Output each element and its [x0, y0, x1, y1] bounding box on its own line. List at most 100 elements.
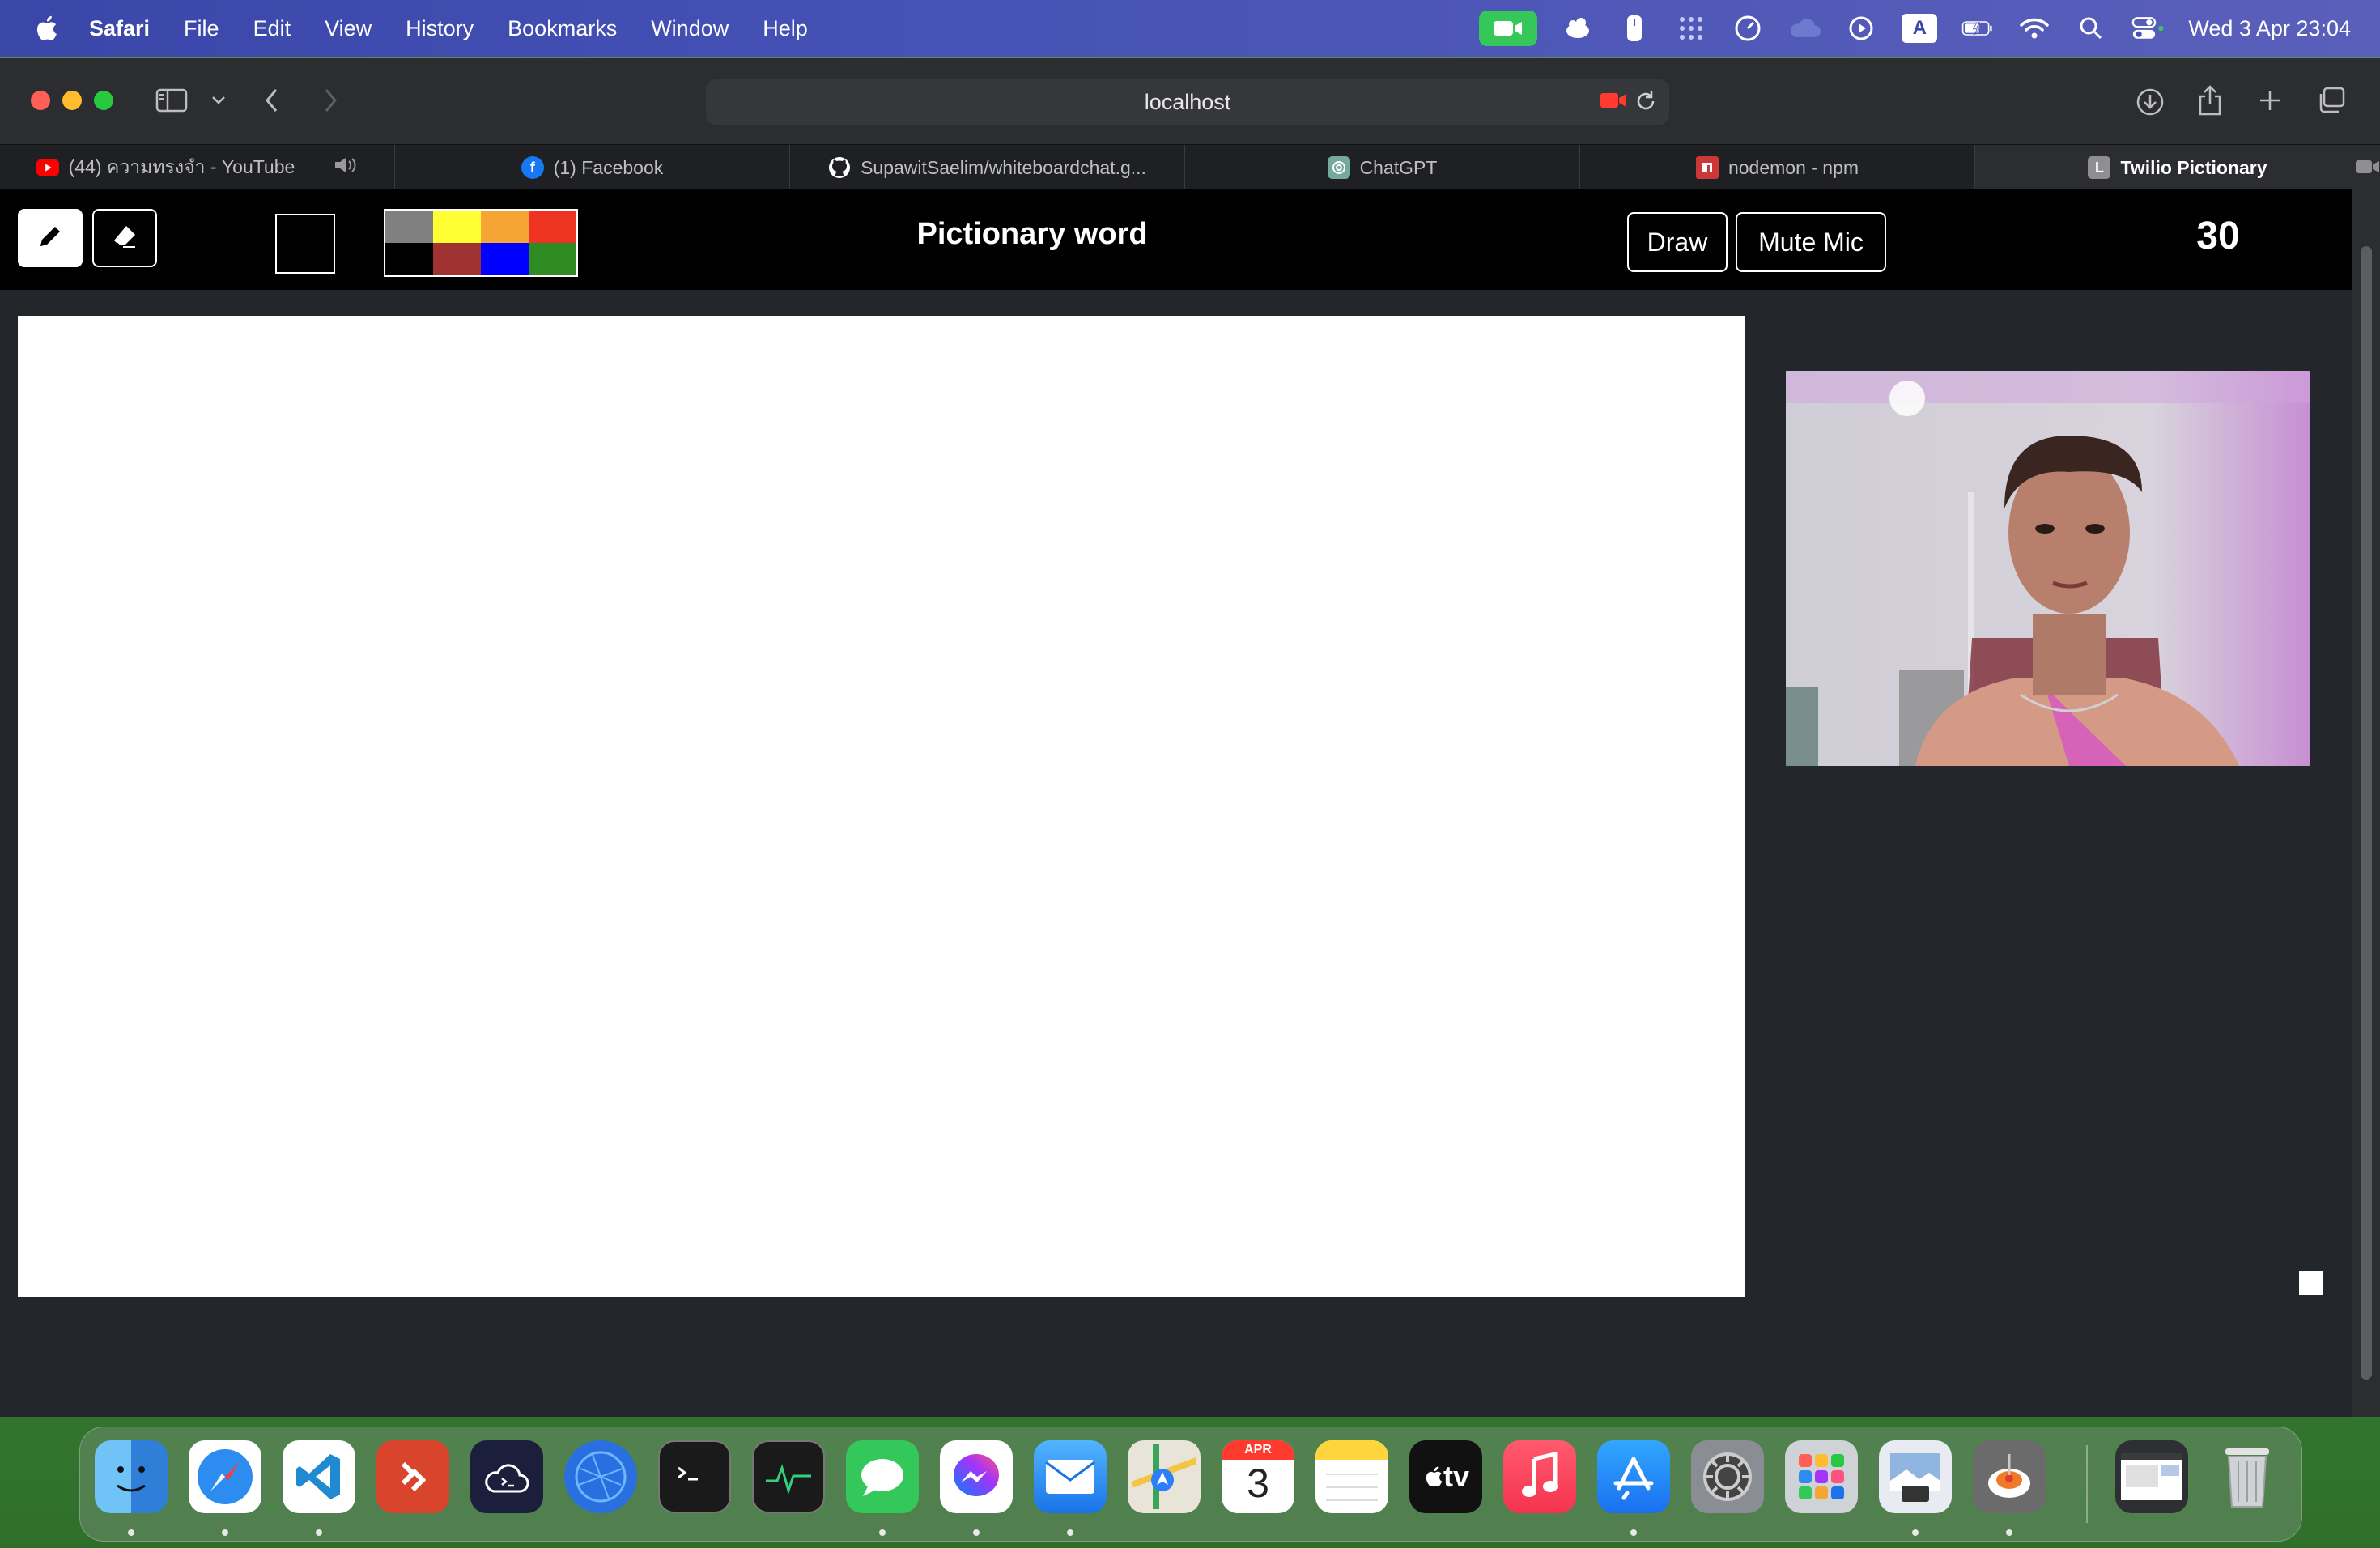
- keyboard-input-indicator[interactable]: A: [1902, 14, 1938, 43]
- running-indicator: [128, 1529, 134, 1536]
- palette-color-blue[interactable]: [481, 243, 529, 275]
- tab-github[interactable]: SupawitSaelim/whiteboardchat.g...: [790, 145, 1185, 190]
- menu-file[interactable]: File: [184, 16, 219, 41]
- palette-color-orange[interactable]: [481, 211, 529, 243]
- battery-charging-icon[interactable]: [1961, 12, 1994, 45]
- maps-icon[interactable]: [1128, 1440, 1201, 1513]
- new-tab-plus-icon[interactable]: [2252, 83, 2288, 118]
- vscode-icon[interactable]: [283, 1440, 355, 1513]
- notes-icon[interactable]: [1315, 1440, 1388, 1513]
- menu-help[interactable]: Help: [763, 16, 808, 41]
- spotlight-search-icon[interactable]: [2075, 12, 2107, 45]
- trash-icon[interactable]: [2211, 1440, 2284, 1513]
- app-store-icon[interactable]: [1597, 1440, 1670, 1513]
- camera-icon[interactable]: [2356, 158, 2380, 181]
- calendar-month: APR: [1222, 1440, 1294, 1460]
- palette-color-black[interactable]: [385, 243, 433, 275]
- grid-dots-icon[interactable]: [1675, 12, 1707, 45]
- tab-npm[interactable]: nodemon - npm: [1580, 145, 1975, 190]
- webcam-video: [1786, 371, 2310, 766]
- menu-view[interactable]: View: [325, 16, 372, 41]
- safari-icon[interactable]: [189, 1440, 261, 1513]
- play-circle-icon[interactable]: [1845, 12, 1877, 45]
- preview-icon[interactable]: [1879, 1440, 1952, 1513]
- menu-app-name[interactable]: Safari: [89, 16, 150, 41]
- activity-monitor-icon[interactable]: [752, 1440, 825, 1513]
- tab-title: (1) Facebook: [553, 156, 664, 178]
- pencil-tool-button[interactable]: [18, 209, 83, 267]
- pasta-icon[interactable]: [1973, 1440, 2046, 1513]
- tab-title: SupawitSaelim/whiteboardchat.g...: [861, 156, 1146, 178]
- speaker-icon[interactable]: [334, 156, 358, 179]
- running-indicator: [1630, 1529, 1637, 1536]
- cloud-terminal-icon[interactable]: [470, 1440, 543, 1513]
- camera-in-use-icon[interactable]: [1600, 91, 1627, 116]
- finder-icon[interactable]: [95, 1440, 168, 1513]
- system-settings-icon[interactable]: [1691, 1440, 1764, 1513]
- current-color-swatch[interactable]: [275, 214, 335, 274]
- menu-window[interactable]: Window: [651, 16, 729, 41]
- eraser-tool-button[interactable]: [92, 209, 157, 267]
- messages-icon[interactable]: [846, 1440, 919, 1513]
- address-bar[interactable]: localhost: [706, 79, 1669, 125]
- back-arrow-icon[interactable]: [254, 83, 290, 118]
- control-center-icon[interactable]: [2131, 12, 2164, 45]
- zoom-window-button[interactable]: [94, 91, 113, 110]
- tab-overview-icon[interactable]: [2314, 83, 2349, 118]
- wifi-icon[interactable]: [2018, 12, 2051, 45]
- menu-history[interactable]: History: [406, 16, 474, 41]
- facetime-camera-icon[interactable]: [1479, 11, 1538, 46]
- chevron-down-icon[interactable]: [201, 83, 236, 118]
- dock: APR 3 tv: [79, 1427, 2302, 1542]
- speedometer-icon[interactable]: [1732, 12, 1764, 45]
- palette-color-brown[interactable]: [433, 243, 481, 275]
- cloud-icon[interactable]: [1788, 12, 1821, 45]
- mail-icon[interactable]: [1034, 1440, 1107, 1513]
- color-palette: [384, 209, 578, 277]
- tab-title: nodemon - npm: [1728, 156, 1859, 178]
- launchpad-icon[interactable]: [1785, 1440, 1858, 1513]
- menubar-clock[interactable]: Wed 3 Apr 23:04: [2188, 16, 2351, 41]
- palette-color-green[interactable]: [529, 243, 576, 275]
- scrollbar-thumb[interactable]: [2361, 246, 2372, 1380]
- minimized-window-thumbnail[interactable]: [2115, 1440, 2188, 1513]
- reload-icon[interactable]: [1634, 89, 1658, 119]
- menu-edit[interactable]: Edit: [253, 16, 291, 41]
- cloud-drink-icon[interactable]: [1562, 12, 1594, 45]
- share-icon[interactable]: [2192, 83, 2228, 118]
- drawing-canvas[interactable]: [18, 316, 1745, 1297]
- draw-button[interactable]: Draw: [1627, 212, 1728, 272]
- music-icon[interactable]: [1503, 1440, 1576, 1513]
- remote-desktop-icon[interactable]: [376, 1440, 449, 1513]
- downloads-icon[interactable]: [2132, 84, 2168, 120]
- tab-twilio-pictionary[interactable]: L Twilio Pictionary: [1975, 145, 2380, 190]
- small-white-square[interactable]: [2299, 1271, 2323, 1295]
- mute-mic-button[interactable]: Mute Mic: [1736, 212, 1886, 272]
- palette-color-yellow[interactable]: [433, 211, 481, 243]
- page-scrollbar[interactable]: [2352, 189, 2380, 1417]
- menu-bookmarks[interactable]: Bookmarks: [508, 16, 617, 41]
- tab-chatgpt[interactable]: ChatGPT: [1185, 145, 1580, 190]
- apple-icon[interactable]: [29, 12, 62, 45]
- close-window-button[interactable]: [31, 91, 50, 110]
- palette-color-gray[interactable]: [385, 211, 433, 243]
- notes-header: [1315, 1440, 1388, 1460]
- apple-tv-icon[interactable]: tv: [1409, 1440, 1482, 1513]
- running-indicator: [316, 1529, 322, 1536]
- youtube-icon: [36, 156, 59, 179]
- palette-color-red[interactable]: [529, 211, 576, 243]
- chatgpt-icon: [1327, 156, 1350, 179]
- webcam-person-image: [1786, 371, 2310, 766]
- running-indicator: [2006, 1529, 2012, 1536]
- sidebar-toggle-icon[interactable]: [154, 83, 189, 118]
- running-indicator: [973, 1529, 980, 1536]
- tab-facebook[interactable]: f (1) Facebook: [395, 145, 790, 190]
- mouse-icon[interactable]: [1618, 12, 1651, 45]
- tab-youtube[interactable]: (44) ความทรงจำ - YouTube: [0, 145, 395, 190]
- forward-arrow-icon[interactable]: [312, 83, 348, 118]
- terminal-icon[interactable]: [658, 1440, 731, 1513]
- messenger-icon[interactable]: [940, 1440, 1013, 1513]
- network-radar-icon[interactable]: [564, 1440, 637, 1513]
- minimize-window-button[interactable]: [62, 91, 82, 110]
- calendar-icon[interactable]: APR 3: [1222, 1440, 1294, 1513]
